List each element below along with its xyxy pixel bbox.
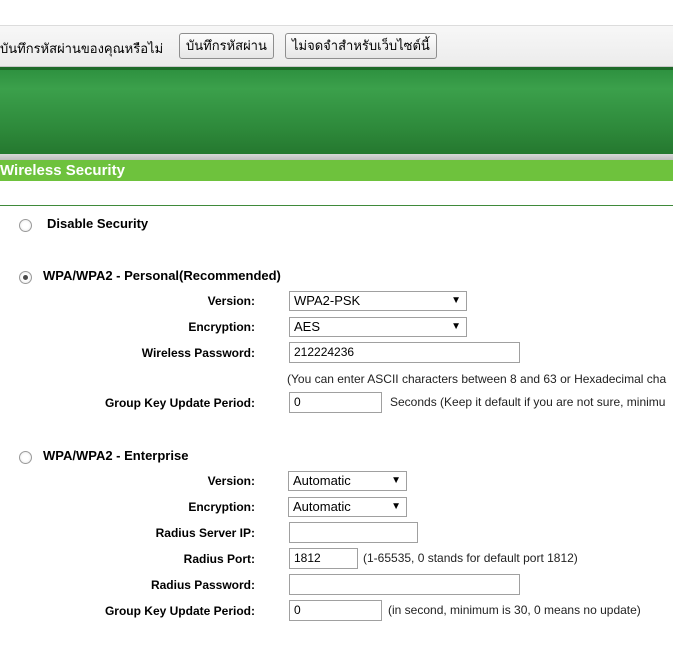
wireless-password-input[interactable]: 212224236 (289, 342, 520, 363)
chevron-down-icon: ▼ (391, 475, 401, 486)
personal-gkup-input[interactable]: 0 (289, 392, 382, 413)
save-password-button[interactable]: บันทึกรหัสผ่าน (179, 33, 274, 59)
disable-security-label: Disable Security (47, 216, 149, 231)
enterprise-version-label: Version: (207, 474, 255, 488)
wpa-personal-radio[interactable] (19, 271, 32, 284)
chevron-down-icon: ▼ (391, 501, 401, 512)
personal-encryption-value: AES (294, 319, 321, 334)
personal-version-value: WPA2-PSK (294, 293, 361, 308)
radius-port-label: Radius Port: (183, 552, 255, 566)
chevron-down-icon: ▼ (451, 321, 461, 332)
disable-security-radio[interactable] (19, 219, 32, 232)
page-title: Wireless Security (0, 160, 673, 181)
wireless-password-label: Wireless Password: (141, 346, 255, 360)
radius-password-label: Radius Password: (150, 578, 255, 592)
enterprise-gkup-hint: (in second, minimum is 30, 0 means no up… (388, 603, 641, 617)
title-divider (0, 205, 673, 206)
wpa-personal-label: WPA/WPA2 - Personal(Recommended) (43, 268, 281, 283)
enterprise-encryption-select[interactable]: Automatic ▼ (288, 497, 407, 517)
wpa-enterprise-label: WPA/WPA2 - Enterprise (43, 448, 189, 463)
enterprise-encryption-label: Encryption: (188, 500, 255, 514)
wpa-enterprise-radio[interactable] (19, 451, 32, 464)
never-save-button[interactable]: ไม่จดจำสำหรับเว็บไซต์นี้ (285, 33, 437, 59)
enterprise-gkup-label: Group Key Update Period: (104, 604, 255, 618)
enterprise-version-value: Automatic (293, 473, 351, 488)
save-password-prompt: บันทึกรหัสผ่านของคุณหรือไม่ (0, 41, 164, 56)
radius-server-ip-label: Radius Server IP: (155, 526, 255, 540)
radius-port-input[interactable]: 1812 (289, 548, 358, 569)
banner-top-stripe (0, 67, 673, 70)
personal-encryption-label: Encryption: (188, 320, 255, 334)
enterprise-gkup-input[interactable]: 0 (289, 600, 382, 621)
radius-password-input[interactable] (289, 574, 520, 595)
router-header-banner (0, 67, 673, 154)
personal-version-select[interactable]: WPA2-PSK ▼ (289, 291, 467, 311)
chevron-down-icon: ▼ (451, 295, 461, 306)
enterprise-encryption-value: Automatic (293, 499, 351, 514)
personal-gkup-label: Group Key Update Period: (104, 396, 255, 410)
radius-port-hint: (1-65535, 0 stands for default port 1812… (363, 551, 578, 565)
enterprise-version-select[interactable]: Automatic ▼ (288, 471, 407, 491)
radius-server-ip-input[interactable] (289, 522, 418, 543)
password-hint: (You can enter ASCII characters between … (287, 372, 667, 386)
browser-top-strip (0, 0, 673, 26)
personal-encryption-select[interactable]: AES ▼ (289, 317, 467, 337)
personal-version-label: Version: (207, 294, 255, 308)
save-password-infobar: บันทึกรหัสผ่านของคุณหรือไม่ บันทึกรหัสผ่… (0, 26, 673, 67)
personal-gkup-hint: Seconds (Keep it default if you are not … (390, 395, 666, 409)
